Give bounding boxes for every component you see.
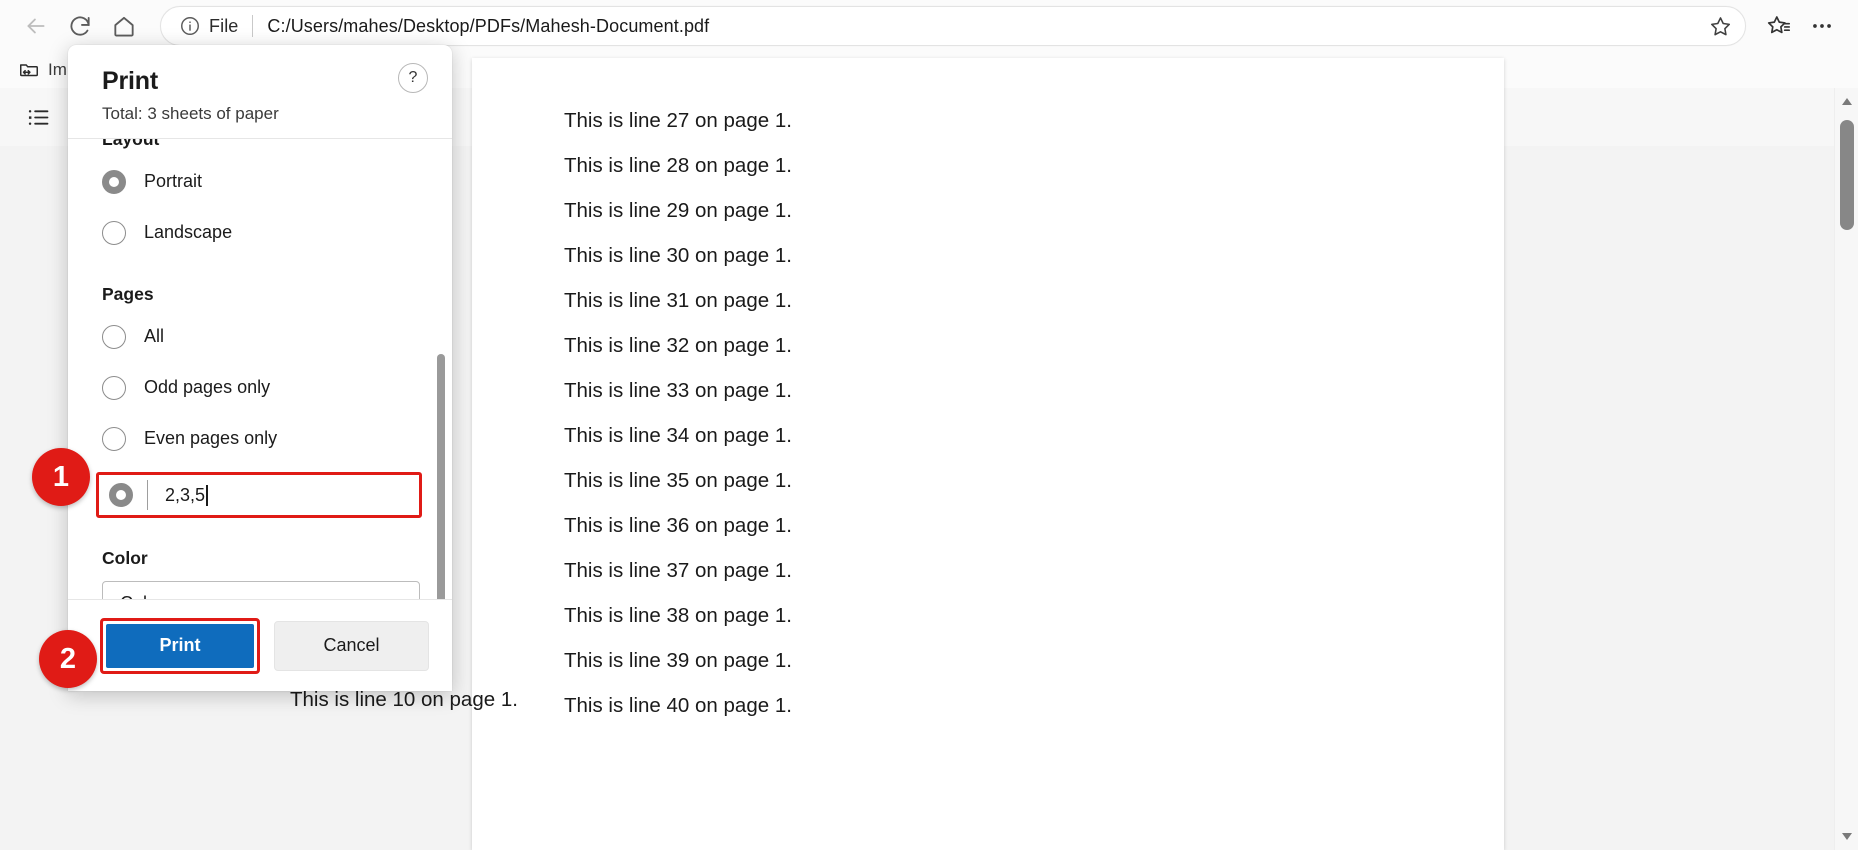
pdf-line: This is line 30 on page 1. (564, 244, 792, 267)
pages-option-label: Odd pages only (144, 377, 271, 397)
dialog-scrollbar[interactable] (437, 354, 445, 617)
pdf-line: This is line 36 on page 1. (564, 514, 792, 537)
layout-option-portrait[interactable]: Portrait (68, 156, 452, 207)
favorite-star-icon[interactable] (1703, 9, 1737, 43)
back-button[interactable] (14, 6, 58, 46)
print-options-content: Layout Portrait Landscape Pages All Odd … (68, 139, 452, 617)
dialog-scrollbar-thumb[interactable] (437, 354, 445, 617)
pages-option-odd[interactable]: Odd pages only (68, 362, 452, 413)
pdf-text-block: This is line 27 on page 1. This is line … (472, 98, 1504, 728)
pdf-line: This is line 39 on page 1. (564, 649, 792, 672)
layout-section-label: Layout (102, 139, 160, 149)
home-button[interactable] (102, 6, 146, 46)
refresh-button[interactable] (58, 6, 102, 46)
color-section-label: Color (102, 548, 148, 568)
pages-option-all[interactable]: All (68, 311, 452, 362)
pdf-line: This is line 27 on page 1. (564, 109, 792, 132)
radio-all-icon[interactable] (102, 324, 126, 349)
print-dialog-header: Print Total: 3 sheets of paper ? (68, 45, 452, 138)
pages-section-label: Pages (102, 284, 154, 304)
scroll-up-arrow-icon[interactable] (1835, 90, 1858, 114)
pdf-line: This is line 31 on page 1. (564, 289, 792, 312)
pages-option-even[interactable]: Even pages only (68, 413, 452, 464)
cancel-button[interactable]: Cancel (274, 620, 429, 671)
pdf-line: This is line 29 on page 1. (564, 199, 792, 222)
browser-window: File C:/Users/mahes/Desktop/PDFs/Mahesh-… (0, 0, 1858, 850)
pdf-line: This is line 32 on page 1. (564, 334, 792, 357)
pdf-line: This is line 33 on page 1. (564, 379, 792, 402)
pdf-page-canvas: This is line 27 on page 1. This is line … (472, 58, 1504, 850)
print-button[interactable]: Print (106, 623, 254, 668)
step-badge-1: 1 (32, 448, 90, 506)
radio-odd-icon[interactable] (102, 375, 126, 400)
print-dialog: Print Total: 3 sheets of paper ? Layout … (68, 45, 452, 691)
custom-pages-input[interactable]: 2,3,5 (148, 484, 419, 506)
layout-option-landscape[interactable]: Landscape (68, 207, 452, 258)
radio-landscape-icon[interactable] (102, 220, 126, 245)
scrollbar-thumb[interactable] (1840, 120, 1854, 230)
pdf-line: This is line 35 on page 1. (564, 469, 792, 492)
scheme-label: File (209, 15, 239, 36)
import-favorites-icon (20, 64, 38, 77)
arrow-left-icon (27, 18, 45, 34)
address-url-text[interactable]: C:/Users/mahes/Desktop/PDFs/Mahesh-Docum… (267, 16, 1703, 37)
radio-custom-pages-icon[interactable] (109, 483, 133, 507)
print-options-scroll-region[interactable]: Layout Portrait Landscape Pages All Odd … (68, 139, 452, 617)
pdf-line: This is line 28 on page 1. (564, 154, 792, 177)
pdf-scrollbar[interactable] (1834, 88, 1858, 850)
collections-button[interactable] (1756, 6, 1800, 46)
ellipsis-horizontal-icon (1813, 24, 1831, 28)
pdf-line: This is line 38 on page 1. (564, 604, 792, 627)
radio-even-icon[interactable] (102, 426, 126, 451)
pdf-line: This is line 40 on page 1. (564, 694, 792, 717)
text-caret (206, 484, 208, 506)
help-button[interactable]: ? (398, 63, 428, 93)
pdf-line-partial: This is line 10 on page 1. (290, 688, 518, 711)
step-badge-2: 2 (39, 630, 97, 688)
pdf-line: This is line 34 on page 1. (564, 424, 792, 447)
print-dialog-subtitle: Total: 3 sheets of paper (102, 104, 279, 123)
refresh-icon (70, 16, 90, 36)
custom-pages-value: 2,3,5 (165, 484, 206, 505)
print-dialog-footer: Print Cancel (68, 599, 452, 691)
browser-settings-button[interactable] (1800, 6, 1844, 46)
layout-option-label: Portrait (144, 171, 203, 191)
custom-pages-row-wrapper: 2,3,5 (68, 472, 452, 518)
pages-option-label: All (144, 326, 165, 346)
pages-option-label: Even pages only (144, 428, 278, 448)
layout-option-label: Landscape (144, 222, 233, 242)
scroll-down-arrow-icon[interactable] (1835, 824, 1858, 848)
home-icon (114, 16, 134, 37)
pdf-line: This is line 37 on page 1. (564, 559, 792, 582)
print-dialog-title: Print (102, 67, 158, 95)
toc-button[interactable] (14, 96, 62, 138)
info-circle-icon[interactable] (179, 15, 201, 37)
table-of-contents-icon (28, 109, 48, 125)
omnibox-divider (252, 15, 254, 37)
custom-pages-row[interactable]: 2,3,5 (96, 472, 422, 518)
collections-star-icon (1767, 15, 1790, 33)
radio-portrait-icon[interactable] (102, 169, 126, 194)
print-button-highlight: Print (100, 617, 260, 674)
address-bar[interactable]: File C:/Users/mahes/Desktop/PDFs/Mahesh-… (160, 6, 1746, 46)
